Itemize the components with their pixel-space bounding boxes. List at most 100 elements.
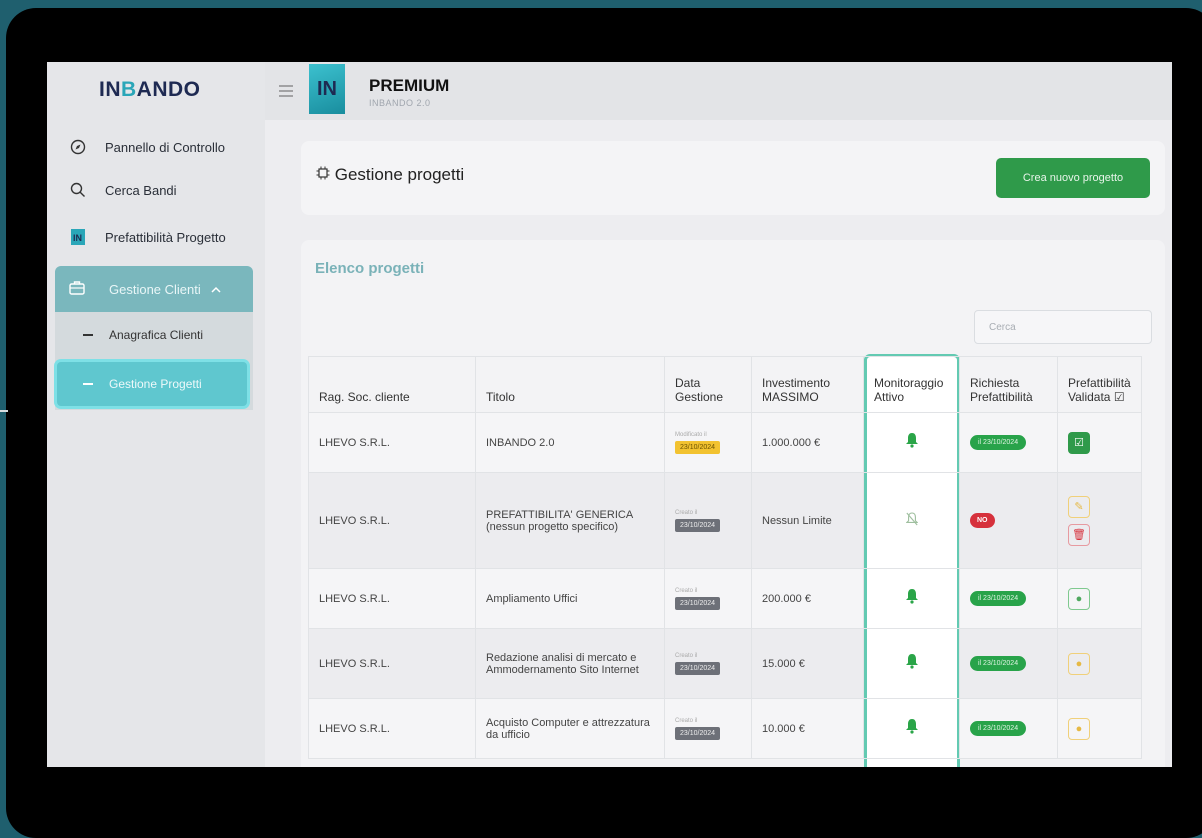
sidebar-item-cerca-bandi[interactable]: Cerca Bandi [65,175,177,205]
title-cell: Redazione analisi di mercato e Ammoderna… [475,628,665,699]
table-row[interactable]: LHEVO S.R.L. INBANDO 2.0 Modificato il 23… [308,412,1142,473]
status-badge: il 23/10/2024 [970,721,1027,736]
sidebar-item-label: Pannello di Controllo [105,139,225,155]
validated-cell: ✎ 🗑 [1057,472,1142,569]
bell-off-icon[interactable] [874,512,949,529]
status-badge: il 23/10/2024 [970,591,1027,606]
investment-cell: 1.000.000 € [751,412,864,473]
table-row[interactable]: LHEVO S.R.L. PREFATTIBILITA' GENERICA (n… [308,472,1142,569]
list-title: Elenco progetti [315,260,425,277]
validated-cell: ☑ [1057,412,1142,473]
app-screen: INBANDO Pannello di Controllo Cerca Band… [47,62,1172,767]
investment-cell: 15.000 € [751,628,864,699]
table-row[interactable]: LHEVO S.R.L. Acquisto Computer e attrezz… [308,698,1142,759]
sidebar-item-label: Cerca Bandi [105,182,177,198]
bell-icon[interactable] [874,588,949,609]
table-row[interactable]: LHEVO S.R.L. Ampliamento Uffici Creato i… [308,568,1142,629]
bell-icon[interactable] [874,653,949,674]
client-cell: LHEVO S.R.L. [308,698,476,759]
checkbox-edit-icon: ☑ [1113,390,1125,404]
column-header-request[interactable]: Richiesta Prefattibilità [959,356,1058,413]
sidebar-group-gestione-clienti[interactable]: Gestione Clienti [55,266,253,312]
chip-icon [316,165,335,184]
validated-cell: ● [1057,628,1142,699]
plan-subtitle: INBANDO 2.0 [369,98,431,108]
status-badge: il 23/10/2024 [970,435,1027,450]
monitoring-cell[interactable] [863,568,960,629]
date-cell: Creato il 23/10/2024 [664,628,752,699]
date-cell: Creato il 23/10/2024 [664,698,752,759]
sidebar-subitem-label: Anagrafica Clienti [109,328,204,342]
title-cell: Ampliamento Uffici [475,568,665,629]
search-input[interactable]: Cerca [974,310,1152,344]
validated-cell: ● [1057,568,1142,629]
title-cell: Acquisto Computer e attrezzatura da uffi… [475,698,665,759]
frame-divider [0,410,8,412]
request-cell: il 23/10/2024 [959,628,1058,699]
dash-icon [83,334,93,336]
column-header-validated[interactable]: Prefattibilità Validata ☑ [1057,356,1142,413]
monitoring-cell[interactable] [863,628,960,699]
projects-table: Rag. Soc. cliente Titolo Data Gestione I… [308,356,1142,759]
sidebar-subitem-label: Gestione Progetti [109,377,202,391]
date-cell: Creato il 23/10/2024 [664,472,752,569]
sidebar-item-pannello[interactable]: Pannello di Controllo [65,132,225,162]
sidebar: INBANDO Pannello di Controllo Cerca Band… [47,62,265,767]
investment-cell: 10.000 € [751,698,864,759]
date-cell: Modificato il 23/10/2024 [664,412,752,473]
view-button[interactable]: ● [1068,652,1090,675]
date-cell: Creato il 23/10/2024 [664,568,752,629]
page-title: Gestione progetti [316,165,464,185]
svg-text:IN: IN [73,233,82,243]
column-header-monitoring[interactable]: Monitoraggio Attivo [863,356,960,413]
validated-check-button[interactable]: ☑ [1068,431,1090,454]
column-header-investment[interactable]: Investimento MASSIMO [751,356,864,413]
bell-icon[interactable] [874,718,949,739]
date-badge: 23/10/2024 [675,726,721,740]
sidebar-subitem-gestione-progetti[interactable]: Gestione Progetti [57,362,247,406]
column-header-date[interactable]: Data Gestione [664,356,752,413]
briefcase-icon [69,280,95,299]
monitoring-cell[interactable] [863,472,960,569]
title-cell: INBANDO 2.0 [475,412,665,473]
sidebar-subitem-anagrafica[interactable]: Anagrafica Clienti [83,328,203,342]
client-cell: LHEVO S.R.L. [308,472,476,569]
plan-title: PREMIUM [369,76,450,95]
in-logo-icon: IN [65,229,91,245]
validated-cell: ● [1057,698,1142,759]
investment-cell: 200.000 € [751,568,864,629]
date-badge: 23/10/2024 [675,518,721,532]
monitoring-cell[interactable] [863,698,960,759]
chevron-up-icon [211,282,221,296]
date-badge: 23/10/2024 [675,596,721,610]
dash-icon [83,383,93,385]
app-logo[interactable]: INBANDO [99,78,201,102]
create-project-button[interactable]: Crea nuovo progetto [996,158,1150,198]
date-badge: 23/10/2024 [675,661,721,675]
in-logo-icon: IN [309,64,345,114]
request-cell: il 23/10/2024 [959,412,1058,473]
date-badge: 23/10/2024 [675,440,721,454]
delete-button[interactable]: 🗑 [1068,523,1090,546]
sidebar-group-label: Gestione Clienti [109,281,201,297]
status-badge: il 23/10/2024 [970,656,1027,671]
client-cell: LHEVO S.R.L. [308,628,476,699]
title-cell: PREFATTIBILITA' GENERICA (nessun progett… [475,472,665,569]
request-cell: NO [959,472,1058,569]
client-cell: LHEVO S.R.L. [308,568,476,629]
request-cell: il 23/10/2024 [959,698,1058,759]
column-header-client[interactable]: Rag. Soc. cliente [308,356,476,413]
bell-icon[interactable] [874,432,949,453]
client-cell: LHEVO S.R.L. [308,412,476,473]
edit-button[interactable]: ✎ [1068,495,1090,518]
column-header-title[interactable]: Titolo [475,356,665,413]
hamburger-menu-icon[interactable] [279,80,293,103]
monitoring-cell[interactable] [863,412,960,473]
header-card: Gestione progetti Crea nuovo progetto [301,141,1165,215]
search-icon [65,182,91,198]
sidebar-item-prefattibilita[interactable]: IN Prefattibilità Progetto [65,222,226,252]
table-row[interactable]: LHEVO S.R.L. Redazione analisi di mercat… [308,628,1142,699]
view-button[interactable]: ● [1068,587,1090,610]
view-button[interactable]: ● [1068,717,1090,740]
compass-icon [65,139,91,155]
